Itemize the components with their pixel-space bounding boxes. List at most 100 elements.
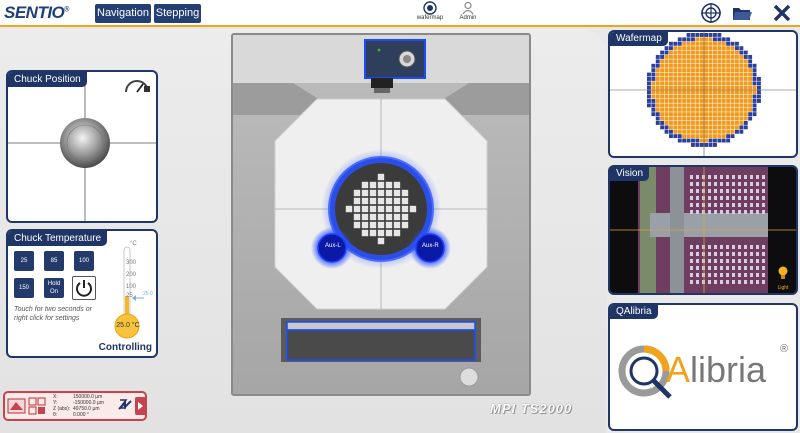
wafer-die — [699, 134, 704, 139]
wafer-die — [704, 37, 709, 42]
die-cell — [377, 197, 385, 205]
wafer-die — [695, 129, 700, 134]
wafer-die — [739, 55, 744, 59]
machine-view[interactable]: Aux-L Aux-R — [231, 33, 531, 396]
vision-pad — [744, 266, 747, 270]
vision-pad — [696, 210, 699, 214]
wafer-die — [673, 81, 678, 86]
die-cell — [369, 197, 377, 205]
vision-pad — [696, 189, 699, 193]
wafer-die — [686, 81, 691, 86]
vision-camera-view[interactable] — [610, 167, 796, 293]
temp-150-button[interactable]: 150 — [14, 278, 34, 298]
vision-pad — [696, 252, 699, 256]
vision-pad — [744, 203, 747, 207]
wafer-die — [686, 46, 691, 51]
z-axis-icon[interactable] — [117, 397, 133, 415]
aux-right-label[interactable]: Aux-R — [422, 243, 439, 249]
wafer-die — [695, 33, 700, 37]
wafer-die — [704, 59, 709, 64]
wafer-die — [699, 37, 704, 42]
wafer-die — [651, 72, 656, 77]
wafer-die — [743, 94, 748, 99]
wafer-die — [726, 55, 731, 59]
wafer-die — [730, 90, 735, 95]
wafermap-view[interactable] — [610, 32, 796, 156]
die-cell — [353, 213, 361, 221]
vision-pad — [726, 210, 729, 214]
wafer-die — [708, 125, 713, 130]
wafer-die — [708, 59, 713, 64]
wafer-die — [664, 50, 669, 55]
temp-100-button[interactable]: 100 — [74, 251, 94, 271]
aux-left-label[interactable]: Aux-L — [325, 243, 341, 249]
wafer-die-grid[interactable] — [345, 173, 417, 245]
temp-85-button[interactable]: 85 — [44, 251, 64, 271]
wafer-die — [686, 116, 691, 121]
wafer-die — [726, 138, 731, 143]
wafer-die — [677, 72, 682, 77]
tab-navigation[interactable]: Navigation — [95, 4, 151, 23]
qalibria-logo-text: libria — [690, 349, 767, 390]
admin-shortcut[interactable]: Admin — [448, 1, 488, 25]
grid-map-icon[interactable] — [28, 396, 47, 416]
wafermap-icon — [410, 1, 450, 15]
wafer-die — [660, 90, 665, 95]
vision-pad — [720, 266, 723, 270]
wafer-die — [743, 72, 748, 77]
wafer-die — [713, 121, 717, 125]
wafer-die — [655, 77, 660, 81]
vision-pad — [756, 203, 759, 207]
wafer-die — [682, 46, 687, 51]
vision-pad — [720, 259, 723, 263]
wafermap-shortcut[interactable]: wafermap — [410, 1, 450, 25]
scale-tick-300: 300 — [126, 260, 137, 266]
wafer-die — [708, 138, 713, 143]
wafer-die — [717, 77, 722, 81]
coord-row-theta: θ: 0.000 ° — [53, 412, 89, 418]
close-icon[interactable] — [771, 2, 793, 24]
wafer-die — [721, 72, 726, 77]
vision-pad — [732, 196, 735, 200]
power-button[interactable] — [72, 276, 96, 300]
wafer-die — [695, 107, 700, 112]
folder-icon[interactable] — [731, 2, 753, 24]
vision-pad — [744, 182, 747, 186]
wafer-die — [708, 116, 713, 121]
wafer-die — [713, 99, 717, 103]
wafer-die — [752, 77, 757, 81]
vision-pad — [726, 273, 729, 277]
temp-25-button[interactable]: 25 — [14, 251, 34, 271]
wafer-die — [695, 90, 700, 95]
vision-pad — [762, 259, 765, 263]
wafer-die — [691, 59, 695, 64]
vision-pad — [702, 252, 705, 256]
wafer-die — [704, 63, 709, 68]
wafer-die — [735, 59, 739, 64]
wafer-die — [647, 81, 651, 86]
wafer-die — [721, 116, 726, 121]
wafer-die — [669, 129, 673, 134]
qalibria-logo[interactable]: A libria ® — [618, 343, 793, 403]
wafer-die — [748, 99, 753, 103]
wafer-die — [669, 46, 673, 51]
wafer-die — [691, 143, 695, 147]
wafer-die — [664, 63, 669, 68]
wafer-die — [708, 99, 713, 103]
vision-pad — [708, 189, 711, 193]
wafer-die — [695, 63, 700, 68]
vision-pad — [690, 210, 693, 214]
light-toggle[interactable]: Light — [774, 266, 792, 291]
wafer-die — [699, 50, 704, 55]
hold-on-button[interactable]: Hold On — [44, 278, 64, 298]
wafer-die — [735, 107, 739, 112]
speed-gauge-icon[interactable] — [123, 76, 151, 96]
target-icon[interactable] — [700, 2, 722, 24]
wafer-die — [726, 107, 731, 112]
chuck-home-icon[interactable] — [7, 396, 26, 416]
vision-pad — [708, 203, 711, 207]
expand-arrow-icon[interactable] — [135, 397, 146, 415]
wafer-die — [686, 121, 691, 125]
wafer-die — [682, 116, 687, 121]
tab-stepping[interactable]: Stepping — [154, 4, 201, 23]
